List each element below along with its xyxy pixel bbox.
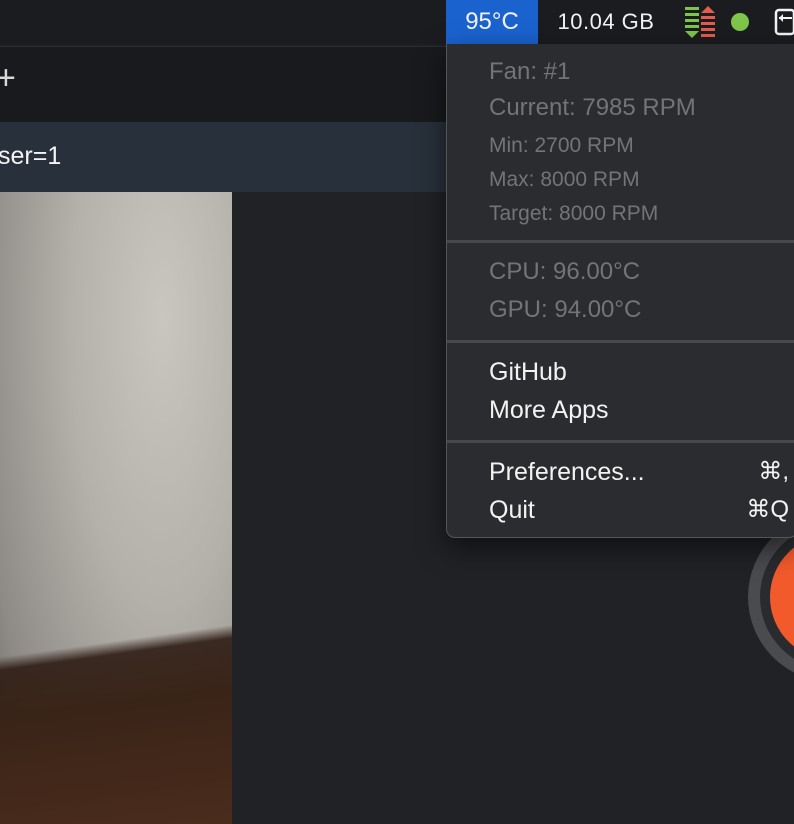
fan-target-rpm: Target: 8000 RPM: [489, 202, 659, 225]
network-updown-icon[interactable]: [682, 0, 718, 44]
preferences-label: Preferences...: [489, 458, 645, 486]
more-apps-menu-item[interactable]: More Apps: [489, 398, 794, 423]
fan-current-rpm: Current: 7985 RPM: [489, 94, 696, 121]
quit-label: Quit: [489, 496, 535, 524]
temperature-value: 95°C: [465, 8, 519, 35]
temperature-menu-item[interactable]: 95°C: [446, 0, 538, 44]
fan-max-rpm: Max: 8000 RPM: [489, 168, 640, 191]
menu-separator: [447, 340, 794, 343]
preferences-menu-item[interactable]: Preferences... ⌘,: [489, 460, 794, 485]
app-window-icon[interactable]: [774, 0, 794, 44]
fan-control-dropdown: Fan: #1 Current: 7985 RPM Min: 2700 RPM …: [446, 44, 794, 538]
memory-value: 10.04 GB: [557, 9, 655, 34]
url-text: ser=1: [0, 142, 62, 170]
status-dot-icon: [731, 13, 749, 31]
url-bar[interactable]: ser=1: [0, 122, 446, 192]
cpu-temperature: CPU: 96.00°C: [489, 258, 640, 285]
window-toolbar: +: [0, 46, 446, 122]
menu-bar: 95°C 10.04 GB: [0, 0, 794, 44]
preferences-shortcut: ⌘,: [758, 458, 789, 485]
fan-title: Fan: #1: [489, 58, 571, 85]
quit-menu-item[interactable]: Quit ⌘Q: [489, 498, 794, 523]
screen: + ser=1 95°C 10.04 GB Fan: #1 Current: 7…: [0, 0, 794, 824]
quit-shortcut: ⌘Q: [746, 496, 789, 523]
new-tab-icon[interactable]: +: [0, 61, 16, 95]
memory-menu-item[interactable]: 10.04 GB: [552, 0, 660, 44]
gpu-temperature: GPU: 94.00°C: [489, 296, 642, 323]
status-indicator[interactable]: [726, 0, 754, 44]
menu-separator: [447, 440, 794, 443]
github-menu-item[interactable]: GitHub: [489, 360, 794, 385]
fan-min-rpm: Min: 2700 RPM: [489, 134, 634, 157]
menu-separator: [447, 240, 794, 243]
photo-thumbnail: [0, 192, 232, 824]
